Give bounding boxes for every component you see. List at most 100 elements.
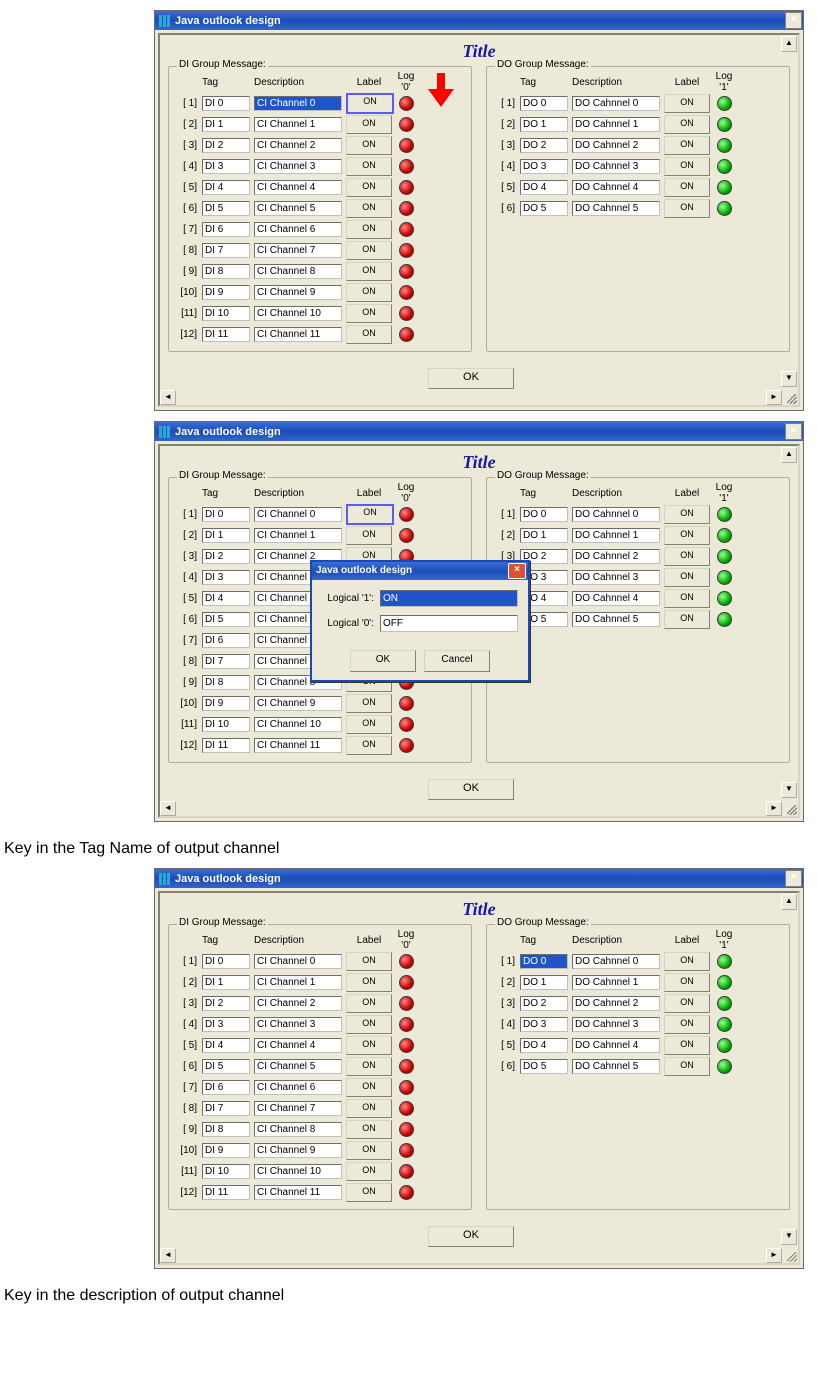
label-button[interactable]: ON	[346, 283, 392, 302]
label-button[interactable]: ON	[664, 589, 710, 608]
tag-input[interactable]	[520, 180, 568, 195]
titlebar[interactable]: Java outlook design ×	[155, 869, 803, 888]
ok-button[interactable]: OK	[428, 368, 514, 389]
status-led-icon[interactable]	[399, 327, 414, 342]
status-led-icon[interactable]	[717, 954, 732, 969]
description-input[interactable]	[254, 1017, 342, 1032]
tag-input[interactable]	[202, 1080, 250, 1095]
description-input[interactable]	[572, 975, 660, 990]
label-button[interactable]: ON	[664, 1015, 710, 1034]
status-led-icon[interactable]	[399, 738, 414, 753]
status-led-icon[interactable]	[717, 1017, 732, 1032]
tag-input[interactable]	[202, 528, 250, 543]
tag-input[interactable]	[202, 738, 250, 753]
description-input[interactable]	[254, 138, 342, 153]
tag-input[interactable]	[202, 591, 250, 606]
scroll-left[interactable]: ◄	[160, 801, 176, 816]
label-button[interactable]: ON	[664, 157, 710, 176]
label-button[interactable]: ON	[346, 115, 392, 134]
label-button[interactable]: ON	[664, 1057, 710, 1076]
status-led-icon[interactable]	[717, 96, 732, 111]
label-button[interactable]: ON	[346, 952, 392, 971]
label-button[interactable]: ON	[664, 199, 710, 218]
label-button[interactable]: ON	[346, 1036, 392, 1055]
description-input[interactable]	[254, 201, 342, 216]
scroll-left[interactable]: ◄	[160, 390, 176, 405]
description-input[interactable]	[254, 507, 342, 522]
tag-input[interactable]	[202, 570, 250, 585]
description-input[interactable]	[254, 717, 342, 732]
status-led-icon[interactable]	[399, 264, 414, 279]
status-led-icon[interactable]	[717, 1059, 732, 1074]
dialog-close-icon[interactable]: ×	[508, 563, 526, 579]
status-led-icon[interactable]	[399, 975, 414, 990]
status-led-icon[interactable]	[399, 1101, 414, 1116]
status-led-icon[interactable]	[717, 138, 732, 153]
tag-input[interactable]	[202, 654, 250, 669]
description-input[interactable]	[572, 1038, 660, 1053]
status-led-icon[interactable]	[399, 201, 414, 216]
tag-input[interactable]	[202, 633, 250, 648]
status-led-icon[interactable]	[717, 159, 732, 174]
titlebar[interactable]: Java outlook design ×	[155, 422, 803, 441]
description-input[interactable]	[254, 222, 342, 237]
tag-input[interactable]	[520, 117, 568, 132]
scroll-left[interactable]: ◄	[160, 1248, 176, 1263]
logical1-input[interactable]	[380, 590, 518, 607]
description-input[interactable]	[254, 1164, 342, 1179]
label-button[interactable]: ON	[664, 178, 710, 197]
hscrollbar[interactable]: ◄ ►	[160, 1248, 782, 1263]
label-button[interactable]: ON	[346, 994, 392, 1013]
status-led-icon[interactable]	[399, 954, 414, 969]
label-button[interactable]: ON	[346, 325, 392, 344]
tag-input[interactable]	[520, 954, 568, 969]
status-led-icon[interactable]	[717, 117, 732, 132]
status-led-icon[interactable]	[399, 117, 414, 132]
description-input[interactable]	[572, 612, 660, 627]
status-led-icon[interactable]	[399, 1185, 414, 1200]
description-input[interactable]	[572, 570, 660, 585]
description-input[interactable]	[572, 117, 660, 132]
tag-input[interactable]	[202, 1101, 250, 1116]
ok-button[interactable]: OK	[428, 1226, 514, 1247]
label-button[interactable]: ON	[664, 115, 710, 134]
description-input[interactable]	[254, 327, 342, 342]
description-input[interactable]	[254, 954, 342, 969]
description-input[interactable]	[572, 1059, 660, 1074]
label-button[interactable]: ON	[346, 526, 392, 545]
label-button[interactable]: ON	[346, 1057, 392, 1076]
hscrollbar[interactable]: ◄ ►	[160, 390, 782, 405]
status-led-icon[interactable]	[717, 528, 732, 543]
label-button[interactable]: ON	[664, 952, 710, 971]
label-button[interactable]: ON	[664, 526, 710, 545]
label-button[interactable]: ON	[346, 304, 392, 323]
label-button[interactable]: ON	[346, 973, 392, 992]
label-button[interactable]: ON	[346, 178, 392, 197]
label-button[interactable]: ON	[346, 715, 392, 734]
tag-input[interactable]	[202, 180, 250, 195]
description-input[interactable]	[572, 1017, 660, 1032]
status-led-icon[interactable]	[717, 975, 732, 990]
tag-input[interactable]	[202, 243, 250, 258]
tag-input[interactable]	[202, 96, 250, 111]
description-input[interactable]	[572, 96, 660, 111]
label-button[interactable]: ON	[664, 94, 710, 113]
scroll-down[interactable]: ▼	[781, 782, 797, 798]
tag-input[interactable]	[520, 1017, 568, 1032]
status-led-icon[interactable]	[717, 591, 732, 606]
description-input[interactable]	[254, 1143, 342, 1158]
logical0-input[interactable]	[380, 615, 518, 632]
description-input[interactable]	[254, 1059, 342, 1074]
description-input[interactable]	[254, 1080, 342, 1095]
scroll-up[interactable]: ▲	[781, 36, 797, 52]
status-led-icon[interactable]	[717, 996, 732, 1011]
description-input[interactable]	[572, 549, 660, 564]
status-led-icon[interactable]	[399, 138, 414, 153]
scroll-up[interactable]: ▲	[781, 447, 797, 463]
status-led-icon[interactable]	[399, 996, 414, 1011]
tag-input[interactable]	[520, 1038, 568, 1053]
status-led-icon[interactable]	[399, 1038, 414, 1053]
tag-input[interactable]	[202, 285, 250, 300]
description-input[interactable]	[254, 117, 342, 132]
tag-input[interactable]	[520, 96, 568, 111]
